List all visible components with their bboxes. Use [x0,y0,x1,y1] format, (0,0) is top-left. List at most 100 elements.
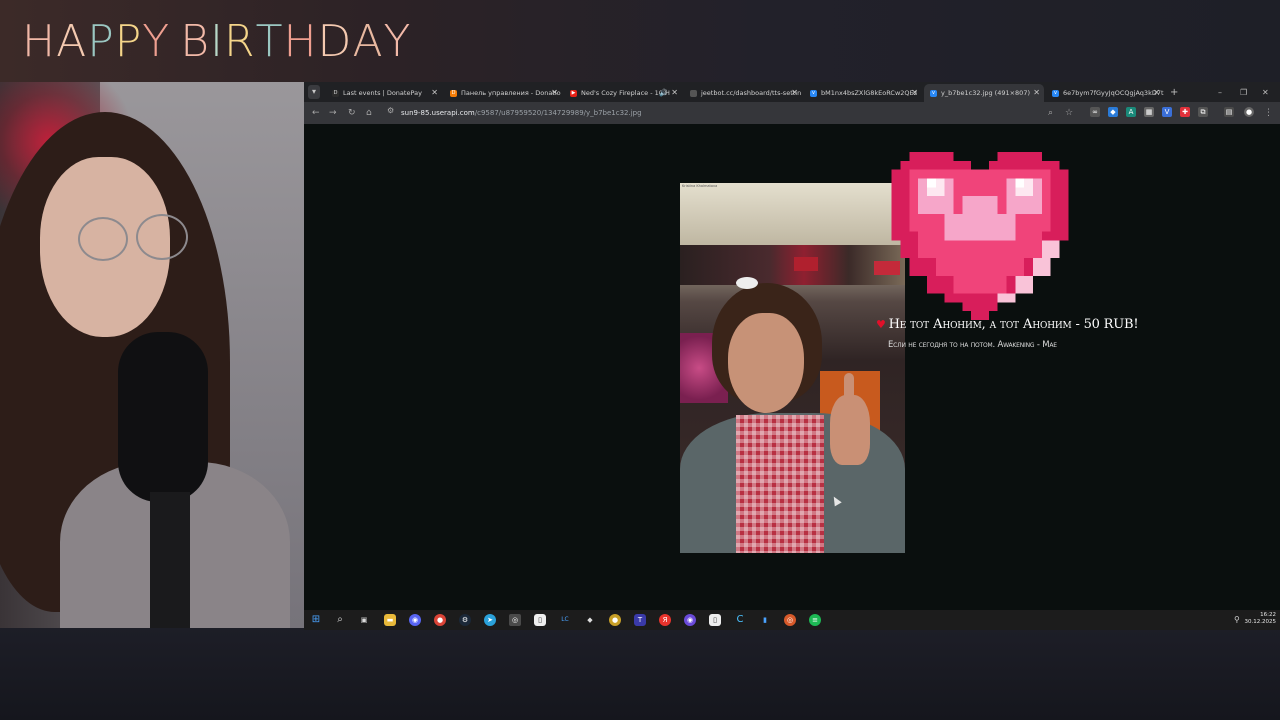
banner-letter: Y [142,16,171,67]
twinkle-app-icon[interactable]: T [634,614,646,626]
tab-youtube-fireplace[interactable]: ▶ Ned's Cozy Fireplace - 10 H 🔊 ✕ [564,84,682,102]
photo-caption: Kristina Khalmatova [682,184,718,188]
image-viewer: Kristina Khalmatova ♥ Не тот Аноним, а т… [304,124,1280,610]
app-icon[interactable]: ◉ [684,614,696,626]
zoom-icon[interactable]: ⌕ [1048,106,1053,120]
discord-icon[interactable]: ◉ [409,614,421,626]
spotify-icon[interactable]: ≡ [809,614,821,626]
notepad-icon[interactable]: ▯ [534,614,546,626]
new-tab-button[interactable]: + [1170,84,1178,102]
vk-icon: v [930,89,937,97]
tab-label: Панель управления - Donatio [461,89,561,97]
close-icon[interactable]: ✕ [551,84,558,102]
vk-icon: v [1052,89,1059,97]
task-view-icon[interactable]: ▣ [358,614,370,626]
minimize-icon[interactable]: – [1218,84,1222,102]
sidebar-icon[interactable]: ▤ [1224,107,1234,117]
microphone-stand [150,492,190,628]
photo-finger [844,373,854,409]
tab-vk-image-active[interactable]: v y_b7be1c32.jpg (491×807) ✕ [924,84,1044,102]
extensions-puzzle-icon[interactable]: ⧉ [1198,107,1208,117]
tab-vk-image-3[interactable]: v 6e7bym7fGyyJqOCQgjAq3kD7t ✕ [1046,84,1164,102]
windows-start-icon[interactable]: ⊞ [310,614,322,626]
stream-top-banner: HAPPY BIRTHDAY [0,0,1280,82]
close-icon[interactable]: ✕ [671,84,678,102]
site-info-icon[interactable]: ⚙ [387,106,394,115]
tab-vk-image-1[interactable]: v bM1nx4bsZXlG8kEoRCw2QEz ✕ [804,84,922,102]
tab-label: Last events | DonatePay [343,89,422,97]
tab-label: bM1nx4bsZXlG8kEoRCw2QEz [821,89,918,97]
restore-icon[interactable]: ❐ [1240,84,1247,102]
windows-taskbar: ⊞ ⌕ ▣ ▬ ◉ ● ⚙ ➤ ◎ ▯ LC ◆ ● T Я ◉ ▯ C ▮ ◎… [304,610,1280,630]
pixel-heart-icon [891,152,1069,320]
extension-icon[interactable]: ∞ [1090,107,1100,117]
extension-icon[interactable]: ▦ [1144,107,1154,117]
speaker-icon[interactable]: 🔊 [659,84,668,102]
back-icon[interactable]: ← [312,106,320,120]
close-icon[interactable]: ✕ [1153,84,1160,102]
telegram-icon[interactable]: ➤ [484,614,496,626]
app-icon[interactable]: ◆ [584,614,596,626]
app-icon[interactable]: ● [609,614,621,626]
url-field[interactable]: ⚙ sun9-85.userapi.com/c9587/u87959520/13… [384,105,1084,121]
clock-time: 16:22 [1260,612,1276,618]
banner-letter: Y [383,16,412,67]
chrome-icon[interactable]: ● [434,614,446,626]
photo-hair-bow [736,277,758,289]
tab-donationalerts[interactable]: D Панель управления - Donatio ✕ [444,84,562,102]
donation-alert-title-text: Не тот Аноним, а тот Аноним - 50 RUB! [888,317,1139,332]
heart-icon: ♥ [876,318,886,331]
tab-label: 6e7bym7fGyyJqOCQgjAq3kD7t [1063,89,1164,97]
banner-letter: P [114,16,143,67]
document-icon[interactable]: ▯ [709,614,721,626]
banner-letter: D [317,16,353,67]
donatepay-icon: D [332,89,339,97]
tab-donatepay[interactable]: D Last events | DonatePay ✕ [326,84,442,102]
photo-person-face [728,313,804,413]
app-icon[interactable]: C [734,614,746,626]
lc-app-icon[interactable]: LC [559,614,571,626]
youtube-icon: ▶ [570,89,577,97]
stream-bottom-bar [0,628,1280,720]
url-host: sun9-85.userapi.com [401,109,475,117]
photo-background-lights [680,245,905,285]
address-bar: ← → ↻ ⌂ ⚙ sun9-85.userapi.com/c9587/u879… [304,102,1280,124]
banner-letter: H [283,16,318,67]
banner-letter: P [87,16,115,67]
reload-icon[interactable]: ↻ [348,106,356,120]
close-icon[interactable]: ✕ [911,84,918,102]
extension-icon[interactable]: ◆ [1108,107,1118,117]
page-icon [690,89,697,97]
clock-date: 30.12.2025 [1244,619,1277,625]
window-close-icon[interactable]: ✕ [1262,84,1269,102]
profile-avatar[interactable]: ● [1244,107,1254,117]
home-icon[interactable]: ⌂ [366,106,372,120]
viewed-photo[interactable]: Kristina Khalmatova [680,183,905,553]
steam-icon[interactable]: ⚙ [459,614,471,626]
search-icon[interactable]: ⌕ [334,614,346,626]
donation-alert-message: Если не сегодня то на потом. Awakening -… [888,340,1057,350]
glasses-right-lens [136,214,188,260]
tab-label: jeetbot.cc/dashboard/tts-settin [701,89,802,97]
tab-jeetbot[interactable]: jeetbot.cc/dashboard/tts-settin ✕ [684,84,802,102]
photo-plaid-shirt [736,415,824,553]
menu-icon[interactable]: ⋮ [1264,106,1273,120]
forward-icon[interactable]: → [329,106,337,120]
obs-icon[interactable]: ◎ [509,614,521,626]
stats-app-icon[interactable]: ▮ [759,614,771,626]
extension-icon[interactable]: V [1162,107,1172,117]
app-icon[interactable]: ◎ [784,614,796,626]
yandex-browser-icon[interactable]: Я [659,614,671,626]
banner-letter: B [180,16,210,67]
network-icon[interactable]: ⚲ [1234,616,1240,624]
bookmark-star-icon[interactable]: ☆ [1065,106,1073,120]
close-icon[interactable]: ✕ [1033,84,1040,102]
close-icon[interactable]: ✕ [791,84,798,102]
file-explorer-icon[interactable]: ▬ [384,614,396,626]
translate-extension-icon[interactable]: A [1126,107,1136,117]
taskbar-clock[interactable]: 16:22 30.12.2025 [1245,612,1277,626]
extension-icon[interactable]: ✚ [1180,107,1190,117]
close-icon[interactable]: ✕ [431,84,438,102]
tab-search-button[interactable]: ▾ [308,85,320,99]
photo-ceiling [680,183,905,245]
